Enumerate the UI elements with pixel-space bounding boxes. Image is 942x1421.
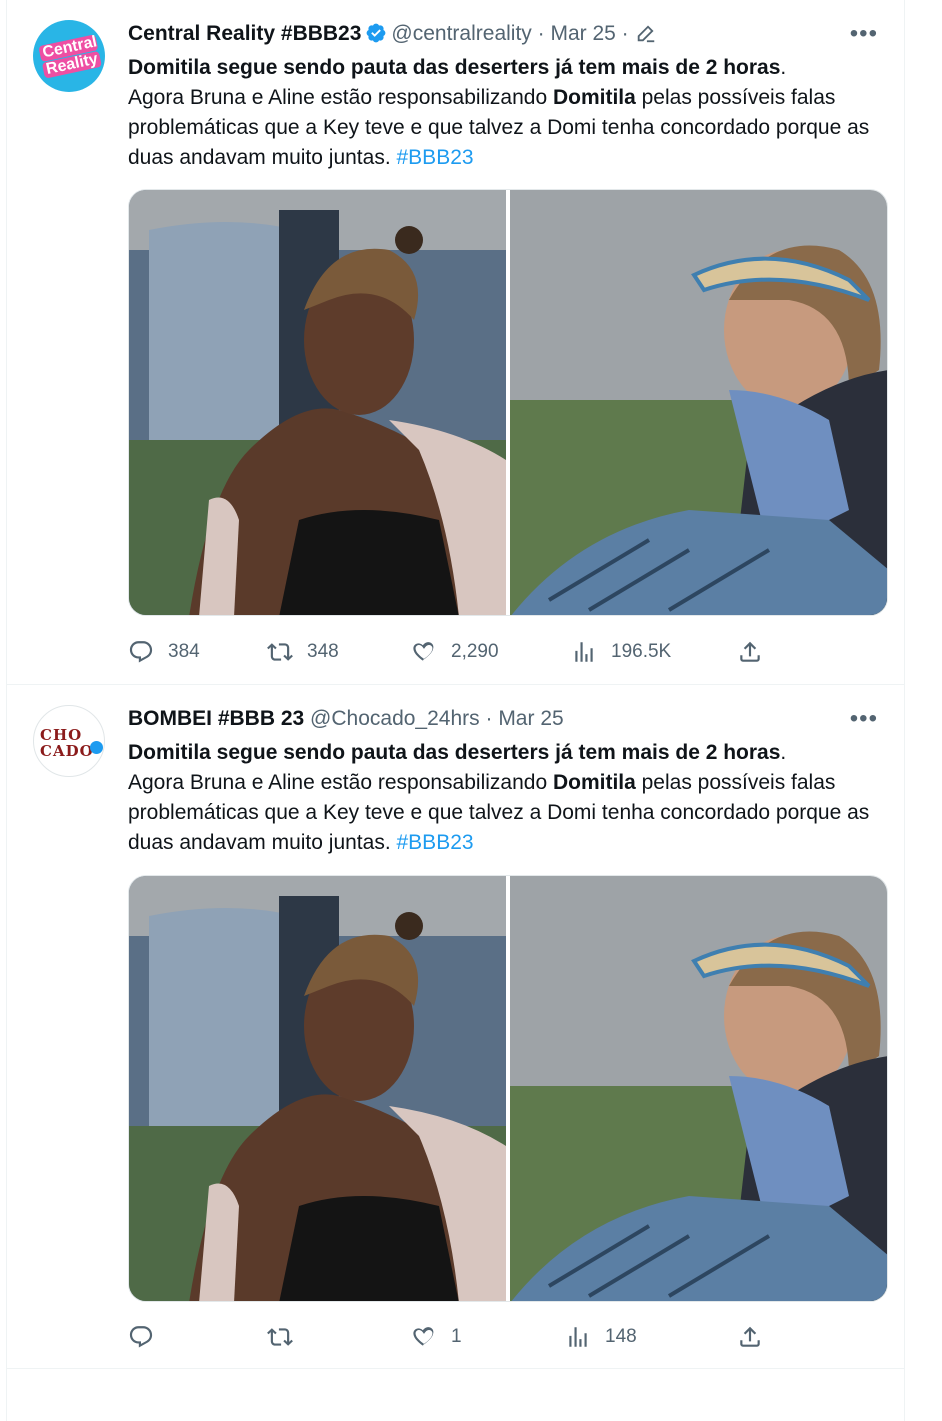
photo-left[interactable]: [129, 876, 506, 1302]
views-count: 148: [605, 1326, 637, 1347]
edit-pencil-icon[interactable]: [635, 22, 657, 44]
tweet-text: Domitila segue sendo pauta das deserters…: [128, 53, 898, 173]
media-grid[interactable]: [128, 875, 888, 1302]
share-button[interactable]: [737, 1321, 763, 1353]
tweet-text-part: .: [780, 741, 787, 764]
more-icon[interactable]: •••: [850, 20, 878, 48]
display-name[interactable]: BOMBEI #BBB 23: [128, 707, 304, 730]
tweet-text: Domitila segue sendo pauta das deserters…: [128, 738, 898, 858]
views-icon: [575, 642, 593, 662]
tweet-date[interactable]: Mar 25: [498, 707, 563, 730]
like-icon: [413, 642, 434, 662]
separator: ·: [615, 22, 635, 45]
tweet-text-part: Agora Bruna e Aline estão responsabiliza…: [128, 86, 553, 109]
tweet-text-bold: Domitila segue sendo pauta das deserters…: [128, 741, 781, 764]
tweet-text-bold: Domitila segue sendo pauta das deserters…: [128, 56, 781, 79]
like-button[interactable]: 2,290: [411, 636, 499, 668]
retweet-button[interactable]: 348: [267, 636, 339, 668]
share-button[interactable]: [737, 636, 763, 668]
verified-badge-icon: [367, 23, 386, 43]
tweet-date[interactable]: Mar 25: [550, 22, 615, 45]
retweet-count: 348: [307, 641, 339, 662]
photo-left[interactable]: [129, 190, 506, 616]
tweet-header: BOMBEI #BBB 23 @Chocado_24hrs · Mar 25: [128, 705, 884, 733]
tweet-header: Central Reality #BBB23 @centralreality · …: [128, 20, 884, 48]
views-button[interactable]: 196.5K: [571, 636, 671, 668]
avatar-check-icon: [90, 741, 103, 754]
share-icon: [740, 641, 760, 662]
action-bar: 384 348 2,290 196.5K: [128, 636, 768, 668]
retweet-button[interactable]: [267, 1321, 307, 1353]
like-count: 1: [451, 1326, 462, 1347]
reply-button[interactable]: [128, 1321, 168, 1353]
avatar[interactable]: Central Reality: [33, 20, 105, 92]
tweet-text-bold: Domitila: [552, 771, 636, 794]
reply-count: 384: [168, 641, 200, 662]
tweet-text-bold: Domitila: [552, 86, 636, 109]
like-button[interactable]: 1: [411, 1321, 462, 1353]
photo-right[interactable]: [510, 190, 888, 616]
like-count: 2,290: [451, 641, 499, 662]
tweet[interactable]: CHO CADO BOMBEI #BBB 23 @Chocado_24hrs ·…: [7, 685, 904, 1369]
photo-right[interactable]: [510, 876, 888, 1302]
timeline: Central Reality Central Reality #BBB23 @c…: [6, 0, 905, 1421]
share-icon: [740, 1326, 760, 1347]
separator: ·: [531, 22, 551, 45]
handle[interactable]: @centralreality: [391, 22, 531, 45]
retweet-icon: [267, 1328, 293, 1346]
handle[interactable]: @Chocado_24hrs: [310, 707, 480, 730]
views-count: 196.5K: [611, 641, 672, 662]
media-photos: [129, 190, 888, 616]
more-icon[interactable]: •••: [850, 705, 878, 733]
tweet-text-part: Agora Bruna e Aline estão responsabiliza…: [128, 771, 553, 794]
action-bar: 1 148: [128, 1321, 768, 1353]
media-grid[interactable]: [128, 189, 888, 616]
retweet-icon: [267, 643, 293, 661]
reply-icon: [129, 1326, 153, 1348]
avatar-logo-line: CHO: [40, 726, 83, 744]
like-icon: [413, 1327, 434, 1347]
reply-button[interactable]: 384: [128, 636, 200, 668]
views-icon: [569, 1327, 587, 1347]
avatar[interactable]: CHO CADO: [33, 705, 105, 777]
avatar-logo: Central Reality: [38, 33, 102, 79]
views-button[interactable]: 148: [565, 1321, 637, 1353]
hashtag-link[interactable]: #BBB23: [397, 831, 474, 854]
tweet[interactable]: Central Reality Central Reality #BBB23 @c…: [7, 0, 904, 685]
display-name[interactable]: Central Reality #BBB23: [128, 22, 361, 45]
hashtag-link[interactable]: #BBB23: [397, 146, 474, 169]
tweet-text-part: .: [780, 56, 787, 79]
reply-icon: [129, 641, 153, 663]
media-photos: [129, 876, 888, 1302]
separator: ·: [479, 707, 499, 730]
